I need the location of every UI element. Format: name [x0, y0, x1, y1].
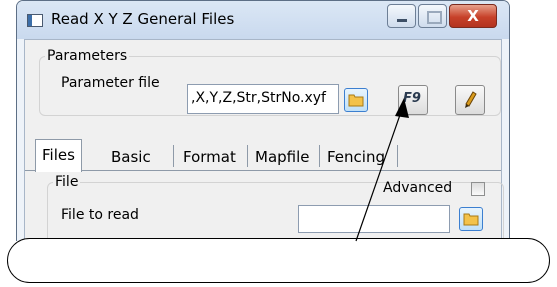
callout-arrow	[355, 98, 409, 242]
